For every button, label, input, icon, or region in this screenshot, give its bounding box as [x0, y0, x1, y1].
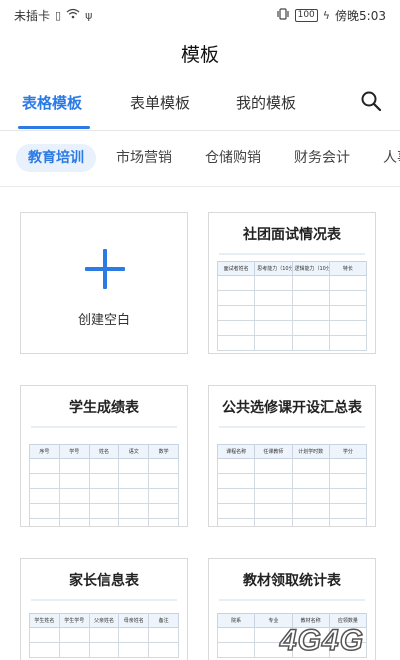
- page-title: 模板: [180, 44, 219, 66]
- template-card[interactable]: 学生成绩表 序号 学号 姓名 语文 数学: [20, 385, 188, 527]
- screen: 未插卡 ▯ ψ 100 ϟ 傍晚5:03 模板 表格模板 表单模板 我的模板 教…: [0, 0, 400, 660]
- template-card[interactable]: 公共选修课开设汇总表 课程名称 任课教师 计划学时数 学分: [208, 385, 376, 527]
- charging-icon: ϟ: [322, 8, 331, 22]
- preview-column-header: 逻辑能力（10分）: [291, 261, 330, 276]
- usb-icon: ψ: [85, 8, 93, 22]
- chips-divider: [0, 186, 400, 187]
- status-right: 100 ϟ 傍晚5:03: [276, 7, 386, 24]
- carrier-text: 未插卡: [14, 8, 51, 23]
- card-rule: [31, 426, 177, 428]
- watermark-text: 4G4G: [279, 624, 364, 656]
- chip-education[interactable]: 教育培训: [16, 144, 96, 172]
- preview-column-header: 思考能力（10分）: [254, 261, 293, 276]
- preview-column-header: 院系: [216, 613, 256, 628]
- card-rule: [31, 599, 177, 601]
- preview-column-header: 学生姓名: [29, 613, 60, 628]
- template-card[interactable]: 社团面试情况表 面试者姓名 思考能力（10分） 逻辑能力（10分） 特长: [208, 212, 376, 354]
- template-preview-table: 学生姓名 学生学号 父亲姓名 母亲姓名 备注: [29, 613, 179, 658]
- template-preview-table: 面试者姓名 思考能力（10分） 逻辑能力（10分） 特长: [216, 261, 368, 351]
- vibrate-icon: [276, 7, 290, 23]
- create-blank-card[interactable]: 创建空白: [20, 212, 188, 354]
- preview-column-header: 数学: [148, 444, 179, 459]
- template-title: 社团面试情况表: [243, 227, 341, 243]
- card-rule: [219, 599, 365, 601]
- status-left: 未插卡 ▯ ψ: [14, 7, 92, 24]
- preview-column-header: 任课教师: [254, 444, 293, 459]
- battery-indicator: 100: [294, 8, 318, 22]
- status-time: 傍晚5:03: [335, 8, 386, 23]
- tab-my-templates[interactable]: 我的模板: [236, 92, 296, 113]
- template-title: 教材领取统计表: [243, 573, 341, 589]
- preview-column-header: 母亲姓名: [118, 613, 150, 628]
- chip-marketing[interactable]: 市场营销: [116, 144, 172, 172]
- search-icon[interactable]: [360, 90, 382, 112]
- preview-column-header: 语文: [118, 444, 150, 459]
- template-preview-table: 课程名称 任课教师 计划学时数 学分: [216, 444, 368, 526]
- site-watermark-logo: 4G4G: [278, 623, 364, 656]
- create-blank-label: 创建空白: [77, 313, 130, 328]
- tab-form-templates[interactable]: 表单模板: [130, 92, 190, 113]
- preview-column-header: 备注: [148, 613, 179, 628]
- preview-column-header: 学生学号: [58, 613, 90, 628]
- template-title: 公共选修课开设汇总表: [222, 400, 362, 416]
- preview-column-header: 计划学时数: [291, 444, 330, 459]
- preview-column-header: 学分: [328, 444, 368, 459]
- preview-column-header: 姓名: [88, 444, 120, 459]
- preview-column-header: 课程名称: [216, 444, 256, 459]
- preview-column-header: 特长: [328, 261, 368, 276]
- wifi-icon: [66, 8, 80, 22]
- sim-icon: ▯: [55, 8, 62, 22]
- status-bar: 未插卡 ▯ ψ 100 ϟ 傍晚5:03: [0, 0, 400, 30]
- preview-column-header: 父亲姓名: [88, 613, 120, 628]
- card-rule: [219, 426, 365, 428]
- template-card[interactable]: 家长信息表 学生姓名 学生学号 父亲姓名 母亲姓名 备注: [20, 558, 188, 660]
- template-title: 家长信息表: [69, 573, 139, 589]
- card-rule: [219, 253, 365, 255]
- category-chips: 教育培训 市场营销 仓储购销 财务会计 人事: [0, 140, 400, 176]
- template-preview-table: 序号 学号 姓名 语文 数学: [29, 444, 179, 526]
- active-tab-indicator: [18, 126, 90, 129]
- chip-finance[interactable]: 财务会计: [294, 144, 350, 172]
- tab-table-templates[interactable]: 表格模板: [22, 92, 82, 113]
- preview-column-header: 面试者姓名: [216, 261, 256, 276]
- chip-warehouse[interactable]: 仓储购销: [205, 144, 261, 172]
- chip-hr[interactable]: 人事: [383, 144, 400, 172]
- plus-icon: [85, 249, 125, 289]
- preview-column-header: 序号: [29, 444, 60, 459]
- main-tabs: 表格模板 表单模板 我的模板: [0, 88, 400, 131]
- preview-column-header: 学号: [58, 444, 90, 459]
- template-title: 学生成绩表: [69, 400, 139, 416]
